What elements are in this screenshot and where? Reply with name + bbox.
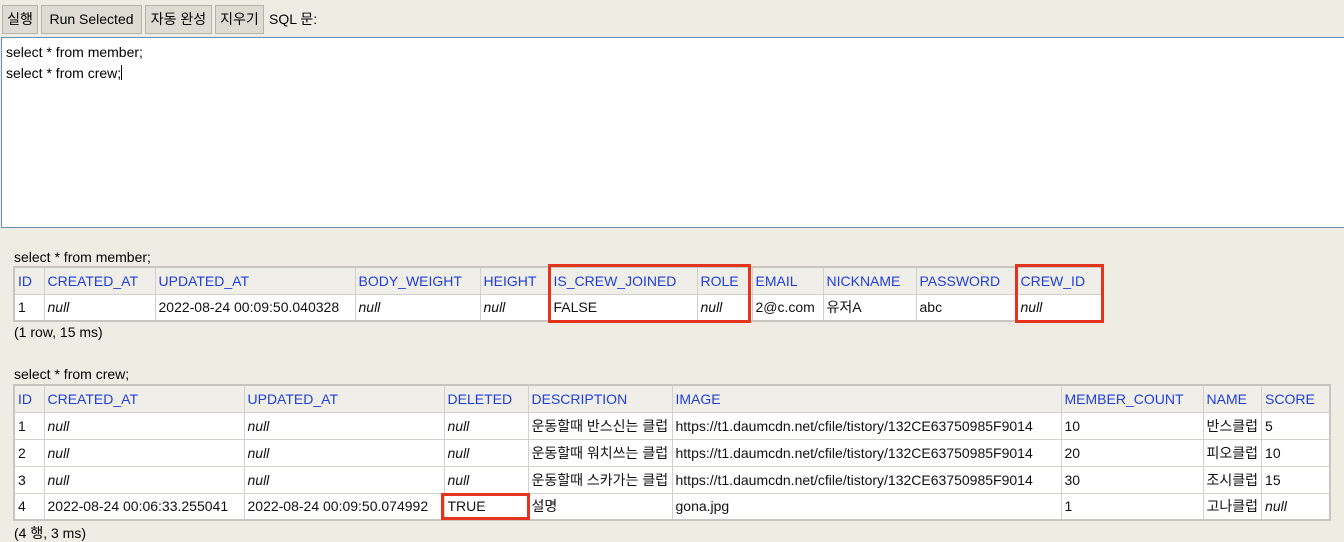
table-cell: 30: [1060, 465, 1204, 494]
table-row: 1 null null null 운동할때 반스신는 클럽 https://t1.daum…: [13, 411, 1331, 440]
table-cell: 5: [1261, 411, 1331, 440]
column-header[interactable]: CREATED_AT: [43, 384, 245, 413]
clear-button[interactable]: 지우기: [215, 5, 264, 34]
table-header-row: ID CREATED_AT UPDATED_AT DELETED DESCRIP…: [13, 384, 1331, 413]
column-header[interactable]: EMAIL: [751, 266, 824, 295]
column-header[interactable]: BODY_WEIGHT: [354, 266, 481, 295]
result-summary: (1 row, 15 ms): [14, 324, 103, 340]
column-header[interactable]: NICKNAME: [822, 266, 917, 295]
table-cell: null: [243, 438, 445, 467]
table-cell: FALSE: [549, 293, 698, 322]
table-cell: null: [243, 411, 445, 440]
sql-label: SQL 문:: [269, 11, 318, 27]
table-cell: 조시클럽: [1202, 465, 1263, 494]
column-header[interactable]: ROLE: [696, 266, 753, 295]
column-header[interactable]: PASSWORD: [915, 266, 1018, 295]
table-cell: https://t1.daumcdn.net/cfile/tistory/132…: [671, 438, 1062, 467]
table-row: 1 null 2022-08-24 00:09:50.040328 null n…: [13, 293, 1104, 322]
result-query: select * from crew;: [14, 366, 130, 382]
sql-editor[interactable]: select * from member; select * from crew…: [1, 37, 1344, 228]
table-cell: null: [443, 438, 529, 467]
member-result-table: ID CREATED_AT UPDATED_AT BODY_WEIGHT HEI…: [13, 266, 1104, 322]
crew-result-table: ID CREATED_AT UPDATED_AT DELETED DESCRIP…: [13, 384, 1331, 521]
column-header[interactable]: HEIGHT: [479, 266, 551, 295]
table-cell: null: [243, 465, 445, 494]
result-query: select * from member;: [14, 249, 151, 265]
column-header[interactable]: CREW_ID: [1016, 266, 1104, 295]
table-cell: abc: [915, 293, 1018, 322]
table-row: 3 null null null 운동할때 스카가는 클럽 https://t1.daum…: [13, 465, 1331, 494]
table-cell: 15: [1261, 465, 1331, 494]
table-cell: 반스클럽: [1202, 411, 1263, 440]
table-cell: https://t1.daumcdn.net/cfile/tistory/132…: [671, 465, 1062, 494]
column-header[interactable]: UPDATED_AT: [243, 384, 445, 413]
table-cell: 2022-08-24 00:09:50.040328: [154, 293, 356, 322]
table-cell: null: [354, 293, 481, 322]
table-cell: null: [443, 411, 529, 440]
column-header[interactable]: DELETED: [443, 384, 529, 413]
table-cell: 설명: [527, 492, 673, 521]
column-header[interactable]: ID: [13, 384, 45, 413]
table-cell: TRUE: [443, 492, 529, 521]
table-cell: 1: [13, 293, 45, 322]
table-cell: 고나클럽: [1202, 492, 1263, 521]
table-header-row: ID CREATED_AT UPDATED_AT BODY_WEIGHT HEI…: [13, 266, 1104, 295]
table-cell: 운동할때 워치쓰는 클럽: [527, 438, 673, 467]
run-selected-button[interactable]: Run Selected: [41, 5, 142, 34]
table-cell: 1: [1060, 492, 1204, 521]
column-header[interactable]: ID: [13, 266, 45, 295]
table-row: 2 null null null 운동할때 워치쓰는 클럽 https://t1.daum…: [13, 438, 1331, 467]
toolbar: 실행 Run Selected 자동 완성 지우기 SQL 문:: [0, 0, 1344, 36]
column-header[interactable]: IMAGE: [671, 384, 1062, 413]
table-cell: 1: [13, 411, 45, 440]
run-button[interactable]: 실행: [2, 5, 38, 34]
table-cell: 4: [13, 492, 45, 521]
table-cell: 10: [1261, 438, 1331, 467]
table-cell: null: [43, 411, 245, 440]
table-cell: 운동할때 스카가는 클럽: [527, 465, 673, 494]
table-cell: 2: [13, 438, 45, 467]
table-cell: null: [443, 465, 529, 494]
table-cell: https://t1.daumcdn.net/cfile/tistory/132…: [671, 411, 1062, 440]
table-cell: gona.jpg: [671, 492, 1062, 521]
table-cell: null: [1016, 293, 1104, 322]
column-header[interactable]: DESCRIPTION: [527, 384, 673, 413]
table-cell: 2022-08-24 00:06:33.255041: [43, 492, 245, 521]
table-cell: 2@c.com: [751, 293, 824, 322]
table-cell: null: [479, 293, 551, 322]
column-header[interactable]: CREATED_AT: [43, 266, 156, 295]
sql-line: select * from crew;: [6, 65, 122, 81]
table-cell: null: [43, 293, 156, 322]
column-header[interactable]: NAME: [1202, 384, 1263, 413]
text-caret: [121, 65, 123, 80]
result-summary: (4 행, 3 ms): [14, 525, 86, 541]
column-header[interactable]: UPDATED_AT: [154, 266, 356, 295]
table-cell: 3: [13, 465, 45, 494]
table-cell: 피오클럽: [1202, 438, 1263, 467]
table-cell: null: [696, 293, 753, 322]
column-header[interactable]: IS_CREW_JOINED: [549, 266, 698, 295]
table-cell: 20: [1060, 438, 1204, 467]
column-header[interactable]: MEMBER_COUNT: [1060, 384, 1204, 413]
table-row: 4 2022-08-24 00:06:33.255041 2022-08-24 00…: [13, 492, 1331, 521]
table-cell: null: [1261, 492, 1331, 521]
sql-line: select * from member;: [6, 44, 143, 60]
table-cell: 운동할때 반스신는 클럽: [527, 411, 673, 440]
table-cell: null: [43, 465, 245, 494]
table-cell: 2022-08-24 00:09:50.074992: [243, 492, 445, 521]
autocomplete-button[interactable]: 자동 완성: [145, 5, 212, 34]
table-cell: 유저A: [822, 293, 917, 322]
column-header[interactable]: SCORE: [1261, 384, 1331, 413]
table-cell: null: [43, 438, 245, 467]
table-cell: 10: [1060, 411, 1204, 440]
